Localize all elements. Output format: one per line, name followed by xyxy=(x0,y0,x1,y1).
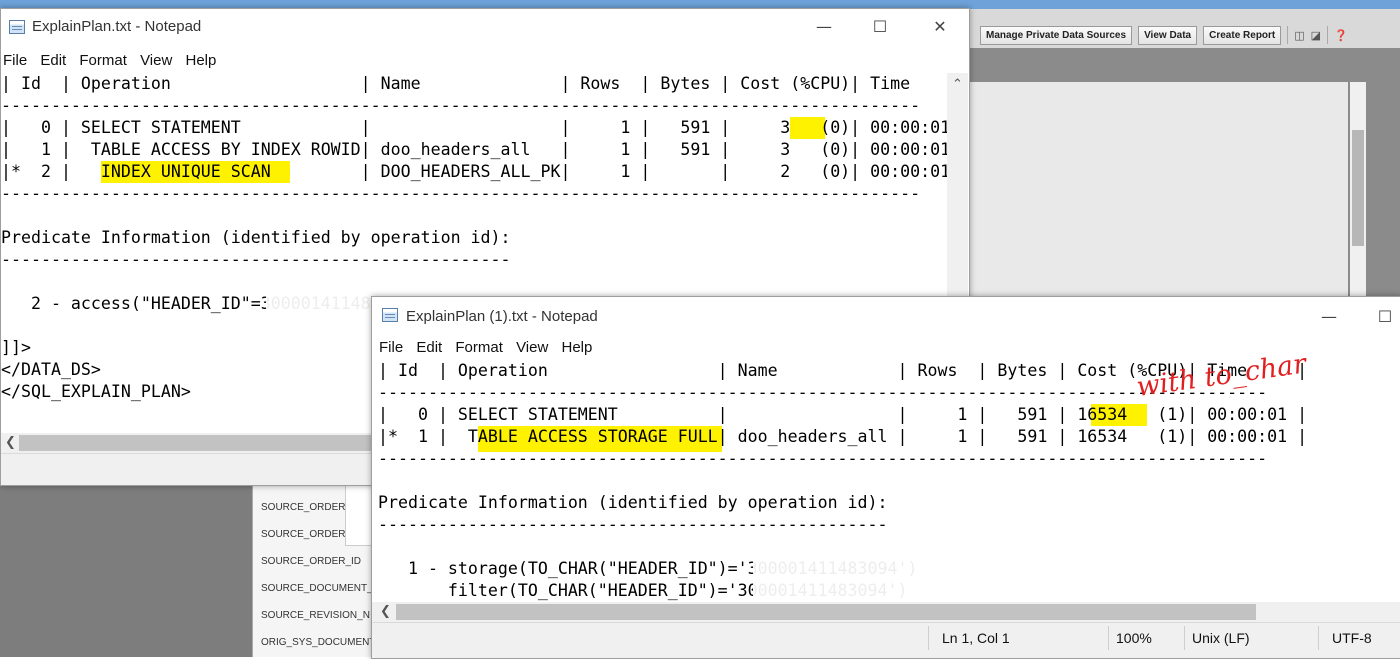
window-title: ExplainPlan.txt - Notepad xyxy=(32,18,202,35)
menu-file[interactable]: File xyxy=(379,339,403,356)
close-icon[interactable]: ✕ xyxy=(917,15,963,39)
menu-format[interactable]: Format xyxy=(455,339,503,356)
handwritten-annotation: with to_char xyxy=(1135,348,1310,403)
menu-help[interactable]: Help xyxy=(185,52,216,69)
notepad-icon xyxy=(9,20,25,34)
horizontal-scrollbar[interactable]: ❮ xyxy=(372,602,1400,622)
create-report-button[interactable]: Create Report xyxy=(1203,25,1282,45)
title-bar[interactable]: ExplainPlan.txt - Notepad — ☐ ✕ xyxy=(1,9,969,45)
toolbar-divider xyxy=(1327,26,1329,44)
separator-line: ----------------------------------------… xyxy=(1,250,511,269)
background-scrollbar-thumb[interactable] xyxy=(1352,130,1364,246)
manage-private-data-sources-button[interactable]: Manage Private Data Sources xyxy=(980,25,1133,45)
window-title: ExplainPlan (1).txt - Notepad xyxy=(406,308,598,325)
separator-line: ----------------------------------------… xyxy=(378,449,1268,468)
list-item[interactable]: ORIG_SYS_DOCUMENT xyxy=(261,637,375,648)
menu-help[interactable]: Help xyxy=(561,339,592,356)
annotation-text: with to_char xyxy=(1135,348,1310,403)
text-line: </SQL_EXPLAIN_PLAN> xyxy=(1,382,191,401)
text-line: </DATA_DS> xyxy=(1,360,101,379)
minimize-icon[interactable]: — xyxy=(1306,305,1352,329)
scroll-left-icon[interactable]: ❮ xyxy=(5,435,16,450)
plan-row: |* 2 | INDEX UNIQUE SCAN | DOO_HEADERS_A… xyxy=(1,162,947,181)
minimize-icon[interactable]: — xyxy=(801,15,847,39)
list-item[interactable]: SOURCE_ORDER xyxy=(261,502,345,513)
zoom-level: 100% xyxy=(1116,630,1152,646)
encoding: UTF-8 xyxy=(1332,630,1372,646)
status-bar: Ln 1, Col 1 100% Unix (LF) UTF-8 xyxy=(372,622,1400,658)
plan-header-line: | Id | Operation | Name | Rows | Bytes |… xyxy=(1,74,947,93)
horizontal-scroll-thumb[interactable] xyxy=(19,435,379,451)
save-as-icon[interactable]: ◪ xyxy=(1311,29,1321,42)
view-data-button[interactable]: View Data xyxy=(1138,25,1198,45)
list-item[interactable]: SOURCE_ORDER_ID xyxy=(261,556,361,567)
scroll-left-icon[interactable]: ❮ xyxy=(380,604,391,619)
menu-file[interactable]: File xyxy=(3,52,27,69)
redaction xyxy=(266,293,376,315)
plan-row: | 1 | TABLE ACCESS BY INDEX ROWID| doo_h… xyxy=(1,140,947,159)
notepad-window-2: ExplainPlan (1).txt - Notepad — ☐ File E… xyxy=(371,296,1400,659)
separator-line: ----------------------------------------… xyxy=(1,96,921,115)
maximize-icon[interactable]: ☐ xyxy=(857,15,903,39)
menu-format[interactable]: Format xyxy=(79,52,127,69)
horizontal-scroll-thumb[interactable] xyxy=(396,604,1256,620)
plan-row: | 0 | SELECT STATEMENT | | 1 | 591 | 3 (… xyxy=(1,118,947,137)
help-icon[interactable]: ❓ xyxy=(1334,29,1348,42)
predicate-heading: Predicate Information (identified by ope… xyxy=(1,228,511,247)
menu-edit[interactable]: Edit xyxy=(416,339,442,356)
text-line: ]]> xyxy=(1,338,31,357)
status-divider xyxy=(928,626,929,650)
separator-line: ----------------------------------------… xyxy=(1,184,921,203)
cursor-position: Ln 1, Col 1 xyxy=(942,630,1010,646)
list-item[interactable]: SOURCE_REVISION_N xyxy=(261,610,370,621)
predicate-heading: Predicate Information (identified by ope… xyxy=(378,493,888,512)
menu-view[interactable]: View xyxy=(140,52,172,69)
separator-line: ----------------------------------------… xyxy=(378,515,888,534)
background-canvas xyxy=(968,82,1348,300)
title-bar[interactable]: ExplainPlan (1).txt - Notepad — ☐ xyxy=(372,297,1400,333)
toolbar-divider xyxy=(1287,26,1289,44)
status-divider xyxy=(1318,626,1319,650)
save-icon[interactable]: ◫ xyxy=(1294,29,1304,42)
report-toolbar: Manage Private Data Sources View Data Cr… xyxy=(968,22,1400,48)
menu-view[interactable]: View xyxy=(516,339,548,356)
redaction xyxy=(753,580,921,602)
menu-edit[interactable]: Edit xyxy=(40,52,66,69)
maximize-icon[interactable]: ☐ xyxy=(1362,305,1400,329)
notepad-icon xyxy=(382,308,398,322)
list-item[interactable]: SOURCE_ORDER xyxy=(261,529,345,540)
list-item[interactable]: SOURCE_DOCUMENT_ xyxy=(261,583,373,594)
line-ending: Unix (LF) xyxy=(1192,630,1250,646)
redaction xyxy=(753,558,921,580)
plan-row: |* 1 | TABLE ACCESS STORAGE FULL| doo_he… xyxy=(378,427,1308,446)
scroll-up-icon[interactable]: ⌃ xyxy=(952,77,963,92)
status-divider xyxy=(1184,626,1185,650)
background-left-area xyxy=(0,484,252,657)
status-divider xyxy=(1108,626,1109,650)
